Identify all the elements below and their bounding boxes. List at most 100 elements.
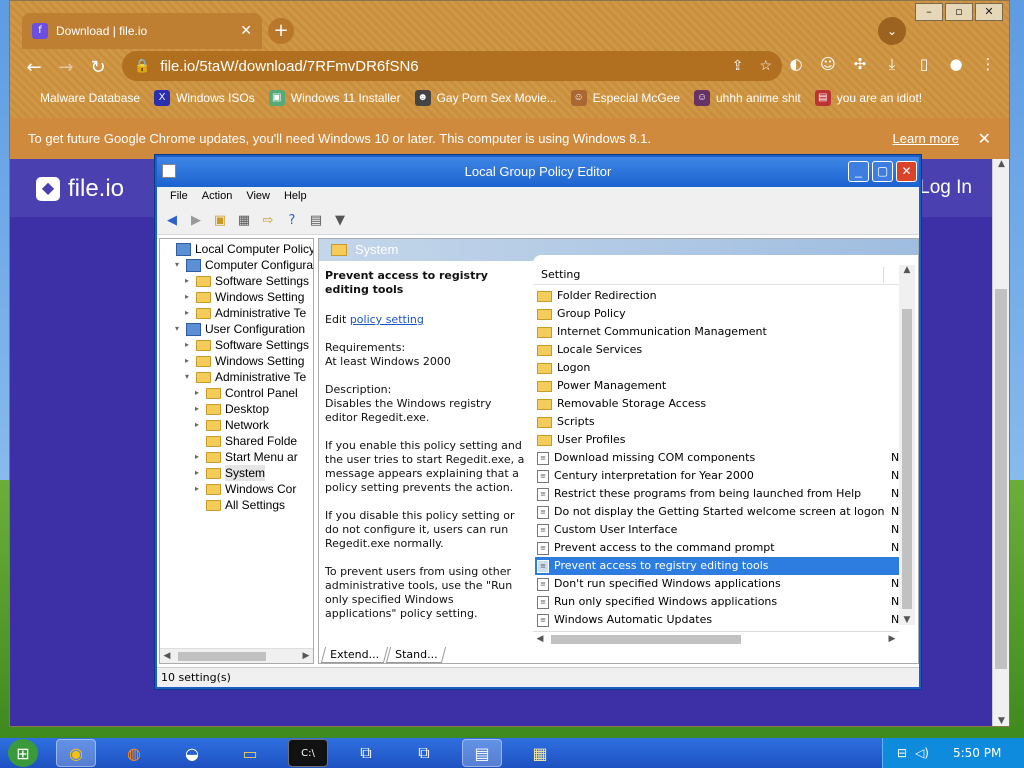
firefox-taskbar-icon[interactable]: ◍ <box>114 739 154 767</box>
policy-setting-row[interactable]: ≡ Century interpretation for Year 2000 N <box>535 467 899 485</box>
policy-setting-row[interactable]: ≡ Restrict these programs from being laun… <box>535 485 899 503</box>
policy-setting-row[interactable]: ≡ Don't run specified Windows application… <box>535 575 899 593</box>
export-list-icon[interactable]: ⇨ <box>259 212 277 230</box>
scrollbar-thumb[interactable] <box>551 635 741 644</box>
expand-arrow-icon[interactable]: ▸ <box>192 481 202 497</box>
collapse-arrow-icon[interactable]: ▾ <box>172 321 182 337</box>
expand-arrow-icon[interactable]: ▸ <box>192 449 202 465</box>
settings-folder-row[interactable]: Locale Services <box>535 341 899 359</box>
tree-node[interactable]: ▸ Control Panel <box>192 385 298 401</box>
edit-policy-link[interactable]: policy setting <box>350 313 424 326</box>
new-tab-button[interactable]: + <box>268 18 294 44</box>
obama-logo-taskbar-icon[interactable]: ◒ <box>172 739 212 767</box>
help-icon[interactable]: ? <box>283 212 301 230</box>
scroll-up-icon[interactable]: ▲ <box>993 159 1010 169</box>
command-prompt-taskbar-icon[interactable]: C:\ <box>288 739 328 767</box>
policy-setting-row[interactable]: ≡ Do not display the Getting Started welc… <box>535 503 899 521</box>
fileio-logo[interactable]: ◆ file.io <box>36 175 124 203</box>
settings-folder-row[interactable]: Group Policy <box>535 305 899 323</box>
flag-extension-icon[interactable]: ◐ <box>785 53 807 75</box>
forward-icon[interactable]: → <box>50 57 82 78</box>
settings-folder-row[interactable]: Power Management <box>535 377 899 395</box>
back-icon[interactable]: ← <box>18 57 50 78</box>
reload-icon[interactable]: ↻ <box>82 57 114 78</box>
network-tray-icon[interactable]: ⊟ <box>897 746 907 760</box>
bookmark-item[interactable]: ☻ Gay Porn Sex Movie... <box>414 90 557 106</box>
share-icon[interactable]: ⇪ <box>732 57 744 74</box>
maximize-icon[interactable]: ▫ <box>945 3 973 21</box>
menu-view[interactable]: View <box>239 187 277 207</box>
close-tab-icon[interactable]: ✕ <box>240 23 252 39</box>
tree-node[interactable]: ▾ User Configuration <box>172 321 305 337</box>
chrome-taskbar-icon[interactable]: ◉ <box>56 739 96 767</box>
policy-setting-row[interactable]: ≡ Prevent access to the command prompt N <box>535 539 899 557</box>
list-hscroll[interactable]: ◀ ▶ <box>533 631 899 646</box>
gpe-titlebar[interactable]: Local Group Policy Editor _ ▢ ✕ <box>157 157 919 187</box>
show-hide-tree-icon[interactable]: ▦ <box>235 212 253 230</box>
learn-more-link[interactable]: Learn more <box>893 131 959 146</box>
scroll-down-icon[interactable]: ▼ <box>899 615 915 625</box>
clock[interactable]: 5:50 PM <box>953 746 1001 760</box>
download-icon[interactable]: ⤓ <box>881 53 903 75</box>
policy-setting-row[interactable]: ≡ Custom User Interface N <box>535 521 899 539</box>
settings-folder-row[interactable]: Scripts <box>535 413 899 431</box>
bookmark-star-icon[interactable]: ☆ <box>759 57 772 74</box>
gpe-maximize-icon[interactable]: ▢ <box>872 161 893 182</box>
policy-setting-row[interactable]: ≡ Prevent access to registry editing tool… <box>535 557 899 575</box>
network-app-taskbar-icon[interactable]: ⧉ <box>404 739 444 767</box>
scroll-right-icon[interactable]: ▶ <box>885 632 899 647</box>
scroll-right-icon[interactable]: ▶ <box>299 649 313 664</box>
list-vscroll[interactable]: ▲ ▼ <box>899 265 915 625</box>
volume-tray-icon[interactable]: ◁) <box>915 746 929 760</box>
gpe-close-icon[interactable]: ✕ <box>896 161 917 182</box>
policy-setting-row[interactable]: ≡ Run only specified Windows applications… <box>535 593 899 611</box>
address-bar[interactable]: 🔒 file.io/5taW/download/7RFmvDR6fSN6 ⇪ ☆ <box>122 51 782 81</box>
policy-setting-row[interactable]: ≡ Download missing COM components N <box>535 449 899 467</box>
up-folder-icon[interactable]: ▣ <box>211 212 229 230</box>
scrollbar-thumb[interactable] <box>902 309 912 609</box>
profile-avatar[interactable]: ● <box>945 53 967 75</box>
side-panel-icon[interactable]: ▯ <box>913 53 935 75</box>
back-arrow-icon[interactable]: ◀ <box>163 212 181 230</box>
tab-search-icon[interactable]: ⌄ <box>878 17 906 45</box>
scroll-left-icon[interactable]: ◀ <box>160 649 174 664</box>
expand-arrow-icon[interactable]: ▸ <box>182 273 192 289</box>
properties-icon[interactable]: ▤ <box>307 212 325 230</box>
expand-arrow-icon[interactable]: ▸ <box>182 305 192 321</box>
settings-folder-row[interactable]: Internet Communication Management <box>535 323 899 341</box>
gpe-taskbar-icon[interactable]: ▤ <box>462 739 502 767</box>
file-explorer-taskbar-icon[interactable]: ▭ <box>230 739 270 767</box>
expand-arrow-icon[interactable]: ▸ <box>192 385 202 401</box>
forward-arrow-icon[interactable]: ▶ <box>187 212 205 230</box>
bookmark-item[interactable]: ☺ uhhh anime shit <box>694 90 801 106</box>
scroll-up-icon[interactable]: ▲ <box>899 265 915 275</box>
filter-icon[interactable]: ▼ <box>331 212 349 230</box>
close-icon[interactable]: ✕ <box>975 3 1003 21</box>
tree-node[interactable]: ▾ Computer Configurati <box>172 257 313 273</box>
bookmark-item[interactable]: Malware Database <box>40 91 140 105</box>
policy-setting-row[interactable]: ≡ Windows Automatic Updates N <box>535 611 899 629</box>
scrollbar-thumb[interactable] <box>178 652 266 661</box>
tree-node[interactable]: ▸ Windows Cor <box>192 481 296 497</box>
tree-node[interactable]: ▸ Desktop <box>192 401 269 417</box>
login-link[interactable]: Log In <box>919 177 972 199</box>
network-app-taskbar-icon[interactable]: ⧉ <box>346 739 386 767</box>
tree-node[interactable]: Local Computer Policy <box>162 241 313 257</box>
tree-node[interactable]: ▾ Administrative Te <box>182 369 306 385</box>
tab-extended[interactable]: Extend... <box>320 647 389 663</box>
tree-hscroll[interactable]: ◀ ▶ <box>160 648 313 663</box>
close-infobar-icon[interactable]: ✕ <box>978 129 991 149</box>
settings-folder-row[interactable]: User Profiles <box>535 431 899 449</box>
start-button-icon[interactable]: ⊞ <box>8 739 38 767</box>
tree-node[interactable]: Shared Folde <box>192 433 297 449</box>
tree-node[interactable]: ▸ Windows Setting <box>182 353 304 369</box>
menu-action[interactable]: Action <box>195 187 240 207</box>
menu-kebab-icon[interactable]: ⋮ <box>977 53 999 75</box>
scrollbar-thumb[interactable] <box>995 289 1007 669</box>
page-scrollbar[interactable]: ▲ ▼ <box>992 159 1009 726</box>
collapse-arrow-icon[interactable]: ▾ <box>182 369 192 385</box>
expand-arrow-icon[interactable]: ▸ <box>192 401 202 417</box>
minimize-icon[interactable]: – <box>915 3 943 21</box>
tree-node[interactable]: ▸ System <box>192 465 266 481</box>
expand-arrow-icon[interactable]: ▸ <box>192 465 202 481</box>
